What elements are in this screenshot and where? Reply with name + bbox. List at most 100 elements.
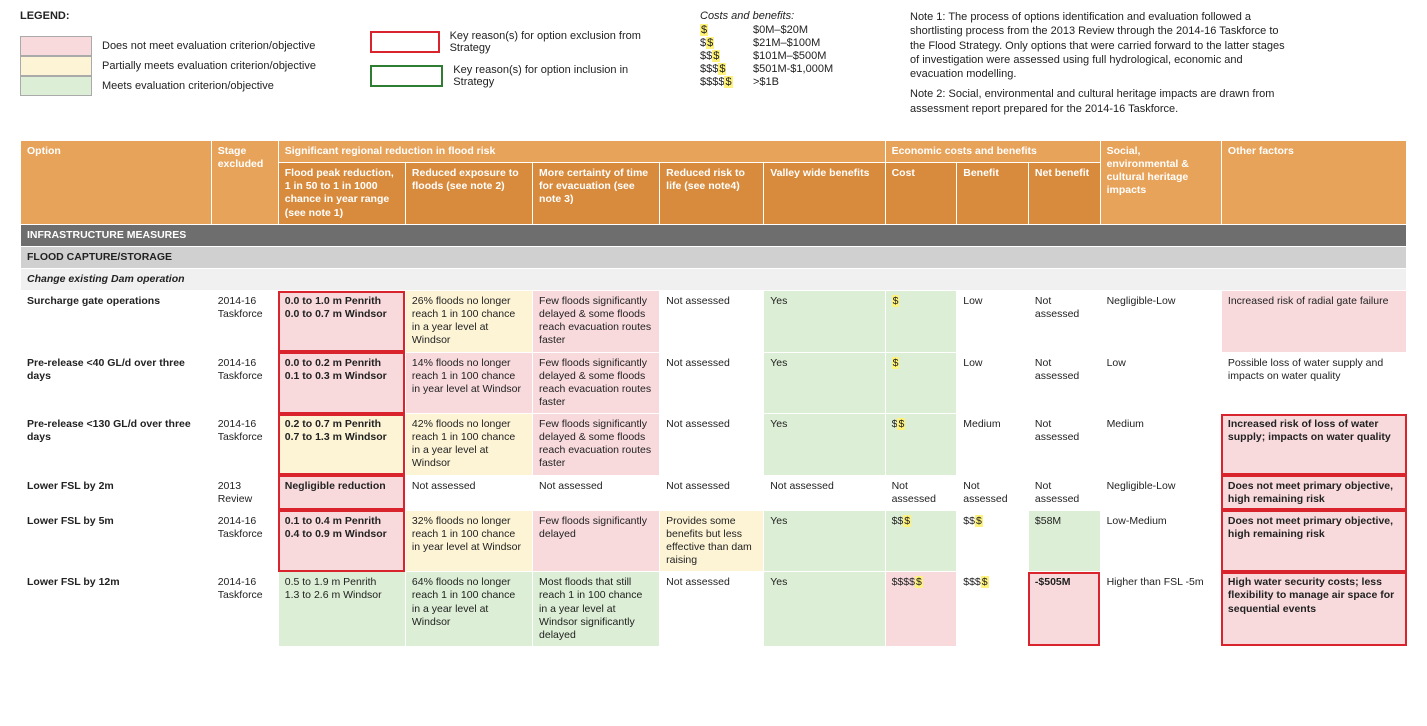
table-cell: Few floods significantly delayed & some … bbox=[533, 352, 660, 414]
table-row: Lower FSL by 12m2014-16 Taskforce0.5 to … bbox=[21, 572, 1407, 647]
stage-cell: 2014-16 Taskforce bbox=[211, 572, 278, 647]
cost-legend-row: $$$21M–$100M bbox=[700, 37, 880, 49]
hdr-exposure: Reduced exposure to floods (see note 2) bbox=[405, 163, 532, 225]
hdr-risk-group: Significant regional reduction in flood … bbox=[278, 141, 885, 163]
table-cell: 0.0 to 1.0 m Penrith0.0 to 0.7 m Windsor bbox=[278, 291, 405, 353]
table-cell: 42% floods no longer reach 1 in 100 chan… bbox=[405, 414, 532, 476]
cost-legend-row: $$$$$501M-$1,000M bbox=[700, 63, 880, 75]
table-cell: Yes bbox=[764, 510, 885, 572]
table-cell: Higher than FSL -5m bbox=[1100, 572, 1221, 647]
table-cell: Not assessed bbox=[764, 475, 885, 510]
option-name: Pre-release <40 GL/d over three days bbox=[21, 352, 212, 414]
option-name: Lower FSL by 2m bbox=[21, 475, 212, 510]
table-cell: $$$ bbox=[885, 510, 957, 572]
table-cell: Does not meet primary objective, high re… bbox=[1221, 510, 1406, 572]
table-cell: Increased risk of radial gate failure bbox=[1221, 291, 1406, 353]
table-cell: Medium bbox=[957, 414, 1029, 476]
hdr-net: Net benefit bbox=[1028, 163, 1100, 225]
table-cell: Low bbox=[957, 352, 1029, 414]
stage-cell: 2014-16 Taskforce bbox=[211, 510, 278, 572]
table-cell: Not assessed bbox=[1028, 352, 1100, 414]
table-cell: Not assessed bbox=[1028, 414, 1100, 476]
table-cell: Increased risk of loss of water supply; … bbox=[1221, 414, 1406, 476]
option-name: Lower FSL by 12m bbox=[21, 572, 212, 647]
table-cell: -$505M bbox=[1028, 572, 1100, 647]
table-cell: 26% floods no longer reach 1 in 100 chan… bbox=[405, 291, 532, 353]
hdr-peak: Flood peak reduction, 1 in 50 to 1 in 10… bbox=[278, 163, 405, 225]
table-cell: Not assessed bbox=[885, 475, 957, 510]
option-name: Lower FSL by 5m bbox=[21, 510, 212, 572]
stage-cell: 2013 Review bbox=[211, 475, 278, 510]
table-cell: $$ bbox=[885, 414, 957, 476]
table-cell: $$$$$ bbox=[885, 572, 957, 647]
hdr-stage: Stage excluded bbox=[211, 141, 278, 225]
option-name: Pre-release <130 GL/d over three days bbox=[21, 414, 212, 476]
table-cell: Few floods significantly delayed bbox=[533, 510, 660, 572]
table-row: Surcharge gate operations2014-16 Taskfor… bbox=[21, 291, 1407, 353]
hdr-life: Reduced risk to life (see note4) bbox=[660, 163, 764, 225]
options-table: Option Stage excluded Significant region… bbox=[20, 140, 1407, 647]
stage-cell: 2014-16 Taskforce bbox=[211, 414, 278, 476]
legend-criterion: Does not meet evaluation criterion/objec… bbox=[20, 36, 340, 56]
table-cell: $$$ bbox=[957, 510, 1029, 572]
table-cell: Low-Medium bbox=[1100, 510, 1221, 572]
table-cell: Does not meet primary objective, high re… bbox=[1221, 475, 1406, 510]
option-name: Surcharge gate operations bbox=[21, 291, 212, 353]
costs-legend: Costs and benefits: $$0M–$20M$$$21M–$100… bbox=[700, 10, 880, 122]
legend-criterion: Partially meets evaluation criterion/obj… bbox=[20, 56, 340, 76]
table-cell: $58M bbox=[1028, 510, 1100, 572]
table-cell: Negligible-Low bbox=[1100, 475, 1221, 510]
swatch bbox=[20, 36, 92, 56]
table-cell: Not assessed bbox=[1028, 291, 1100, 353]
legend-criterion: Meets evaluation criterion/objective bbox=[20, 76, 340, 96]
legend-notes: Note 1: The process of options identific… bbox=[910, 10, 1290, 122]
legend-box: Key reason(s) for option inclusion in St… bbox=[370, 64, 670, 88]
hdr-benefit: Benefit bbox=[957, 163, 1029, 225]
table-cell: Most floods that still reach 1 in 100 ch… bbox=[533, 572, 660, 647]
table-cell: Not assessed bbox=[660, 572, 764, 647]
table-row: Lower FSL by 5m2014-16 Taskforce0.1 to 0… bbox=[21, 510, 1407, 572]
table-row: Pre-release <130 GL/d over three days201… bbox=[21, 414, 1407, 476]
table-cell: Few floods significantly delayed & some … bbox=[533, 414, 660, 476]
hdr-social: Social, environmental & cultural heritag… bbox=[1100, 141, 1221, 225]
table-cell: Low bbox=[1100, 352, 1221, 414]
table-cell: Negligible reduction bbox=[278, 475, 405, 510]
hdr-other: Other factors bbox=[1221, 141, 1406, 225]
table-cell: $ bbox=[885, 291, 957, 353]
swatch bbox=[20, 56, 92, 76]
stage-cell: 2014-16 Taskforce bbox=[211, 291, 278, 353]
table-cell: 14% floods no longer reach 1 in 100 chan… bbox=[405, 352, 532, 414]
table-cell: Not assessed bbox=[660, 475, 764, 510]
table-cell: Yes bbox=[764, 414, 885, 476]
table-cell: 0.1 to 0.4 m Penrith0.4 to 0.9 m Windsor bbox=[278, 510, 405, 572]
table-cell: 0.0 to 0.2 m Penrith0.1 to 0.3 m Windsor bbox=[278, 352, 405, 414]
cost-legend-row: $$$$$>$1B bbox=[700, 76, 880, 88]
hdr-valley: Valley wide benefits bbox=[764, 163, 885, 225]
table-cell: Yes bbox=[764, 572, 885, 647]
hdr-certainty: More certainty of time for evacuation (s… bbox=[533, 163, 660, 225]
table-cell: Not assessed bbox=[660, 414, 764, 476]
table-cell: Medium bbox=[1100, 414, 1221, 476]
table-cell: 32% floods no longer reach 1 in 100 chan… bbox=[405, 510, 532, 572]
swatch bbox=[370, 31, 440, 53]
table-cell: 0.5 to 1.9 m Penrith1.3 to 2.6 m Windsor bbox=[278, 572, 405, 647]
hdr-cost: Cost bbox=[885, 163, 957, 225]
legend: LEGEND: Does not meet evaluation criteri… bbox=[20, 10, 1407, 122]
table-cell: 0.2 to 0.7 m Penrith0.7 to 1.3 m Windsor bbox=[278, 414, 405, 476]
table-cell: High water security costs; less flexibil… bbox=[1221, 572, 1406, 647]
table-cell: 64% floods no longer reach 1 in 100 chan… bbox=[405, 572, 532, 647]
stage-cell: 2014-16 Taskforce bbox=[211, 352, 278, 414]
table-cell: Yes bbox=[764, 291, 885, 353]
table-cell: $$$$ bbox=[957, 572, 1029, 647]
legend-box: Key reason(s) for option exclusion from … bbox=[370, 30, 670, 54]
swatch bbox=[370, 65, 443, 87]
table-cell: Not assessed bbox=[405, 475, 532, 510]
table-cell: Not assessed bbox=[660, 352, 764, 414]
table-cell: Not assessed bbox=[957, 475, 1029, 510]
table-row: Lower FSL by 2m2013 ReviewNegligible red… bbox=[21, 475, 1407, 510]
table-row: Pre-release <40 GL/d over three days2014… bbox=[21, 352, 1407, 414]
table-cell: Yes bbox=[764, 352, 885, 414]
swatch bbox=[20, 76, 92, 96]
legend-title: LEGEND: bbox=[20, 10, 340, 22]
table-cell: Not assessed bbox=[1028, 475, 1100, 510]
